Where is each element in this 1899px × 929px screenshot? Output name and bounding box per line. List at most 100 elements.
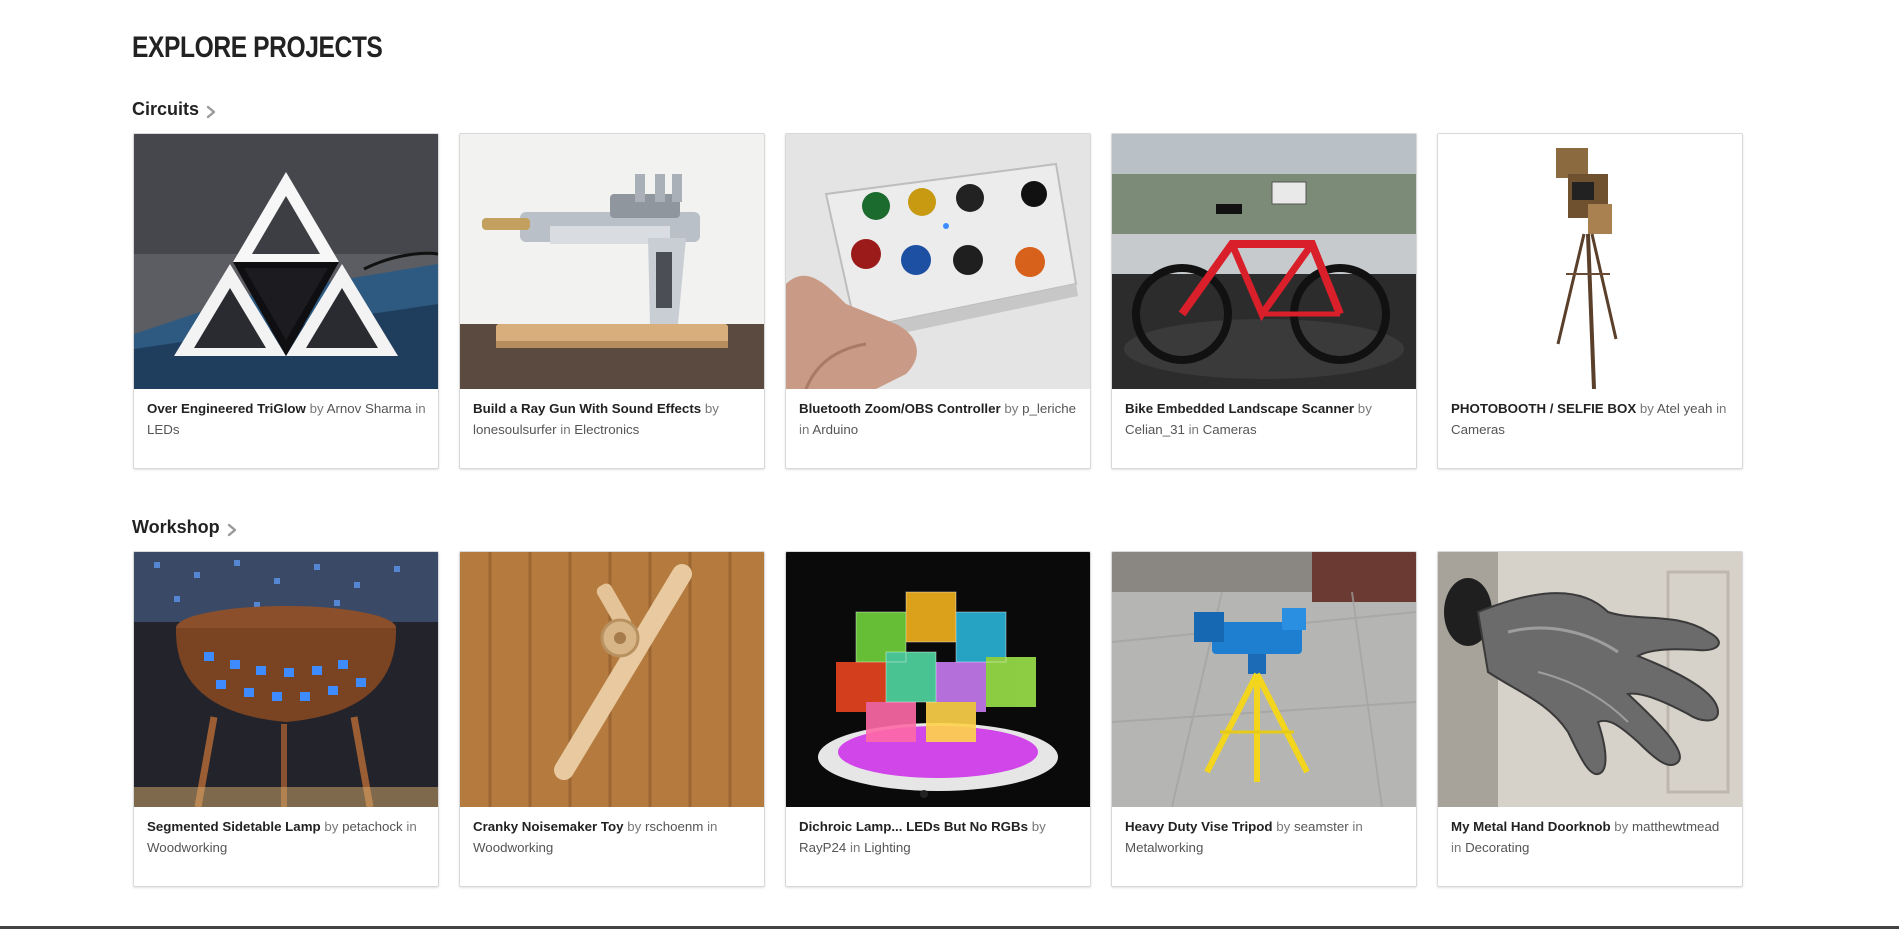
by-label: by — [1031, 819, 1046, 834]
project-title[interactable]: Cranky Noisemaker Toy — [473, 819, 624, 834]
in-label: in — [406, 819, 417, 834]
project-info: Bike Embedded Landscape Scanner by Celia… — [1125, 398, 1407, 440]
by-label: by — [309, 401, 324, 416]
project-author[interactable]: rschoenm — [645, 819, 703, 834]
project-category[interactable]: Woodworking — [473, 840, 553, 855]
dichroic-lamp-image — [786, 552, 1090, 807]
project-info: My Metal Hand Doorknob by matthewtmead i… — [1451, 816, 1733, 858]
ray-gun-image — [460, 134, 764, 389]
project-thumbnail[interactable] — [1438, 552, 1742, 807]
chevron-right-icon — [206, 105, 216, 118]
noisemaker-toy-image — [460, 552, 764, 807]
metal-hand-doorknob-image — [1438, 552, 1742, 807]
project-author[interactable]: p_leriche — [1022, 401, 1076, 416]
triglow-image — [134, 134, 438, 389]
project-card[interactable]: Over Engineered TriGlow by Arnov Sharma … — [133, 133, 439, 469]
by-label: by — [324, 819, 339, 834]
in-label: in — [707, 819, 718, 834]
project-info: Cranky Noisemaker Toy by rschoenm in Woo… — [473, 816, 755, 858]
project-category[interactable]: Cameras — [1203, 422, 1257, 437]
project-thumbnail[interactable] — [786, 134, 1090, 389]
project-info: Bluetooth Zoom/OBS Controller by p_leric… — [799, 398, 1081, 440]
page-title: EXPLORE PROJECTS — [132, 31, 383, 64]
project-thumbnail[interactable] — [1112, 552, 1416, 807]
project-author[interactable]: petachock — [342, 819, 403, 834]
project-title[interactable]: Dichroic Lamp... LEDs But No RGBs — [799, 819, 1028, 834]
project-info: Over Engineered TriGlow by Arnov Sharma … — [147, 398, 429, 440]
project-title[interactable]: Build a Ray Gun With Sound Effects — [473, 401, 701, 416]
project-title[interactable]: My Metal Hand Doorknob — [1451, 819, 1611, 834]
project-author[interactable]: Celian_31 — [1125, 422, 1185, 437]
project-info: Heavy Duty Vise Tripod by seamster in Me… — [1125, 816, 1407, 858]
vise-tripod-image — [1112, 552, 1416, 807]
project-info: PHOTOBOOTH / SELFIE BOX by Atel yeah in … — [1451, 398, 1733, 440]
project-thumbnail[interactable] — [786, 552, 1090, 807]
project-title[interactable]: Bluetooth Zoom/OBS Controller — [799, 401, 1001, 416]
project-thumbnail[interactable] — [1438, 134, 1742, 389]
sidetable-lamp-image — [134, 552, 438, 807]
by-label: by — [627, 819, 642, 834]
project-info: Segmented Sidetable Lamp by petachock in… — [147, 816, 429, 858]
section-heading-circuits[interactable]: Circuits — [132, 99, 217, 120]
section-heading-label: Circuits — [132, 99, 200, 119]
by-label: by — [1614, 819, 1629, 834]
project-info: Dichroic Lamp... LEDs But No RGBs by Ray… — [799, 816, 1081, 858]
project-title[interactable]: PHOTOBOOTH / SELFIE BOX — [1451, 401, 1636, 416]
project-author[interactable]: Atel yeah — [1657, 401, 1712, 416]
project-author[interactable]: seamster — [1294, 819, 1349, 834]
project-thumbnail[interactable] — [1112, 134, 1416, 389]
by-label: by — [1357, 401, 1372, 416]
project-category[interactable]: Electronics — [574, 422, 639, 437]
bluetooth-controller-image — [786, 134, 1090, 389]
project-title[interactable]: Bike Embedded Landscape Scanner — [1125, 401, 1354, 416]
by-label: by — [1004, 401, 1019, 416]
in-label: in — [799, 422, 810, 437]
by-label: by — [704, 401, 719, 416]
in-label: in — [1716, 401, 1727, 416]
project-card[interactable]: Bike Embedded Landscape Scanner by Celia… — [1111, 133, 1417, 469]
project-card[interactable]: Dichroic Lamp... LEDs But No RGBs by Ray… — [785, 551, 1091, 887]
project-title[interactable]: Heavy Duty Vise Tripod — [1125, 819, 1273, 834]
project-author[interactable]: Arnov Sharma — [327, 401, 412, 416]
project-card[interactable]: Heavy Duty Vise Tripod by seamster in Me… — [1111, 551, 1417, 887]
project-category[interactable]: Metalworking — [1125, 840, 1203, 855]
project-card[interactable]: PHOTOBOOTH / SELFIE BOX by Atel yeah in … — [1437, 133, 1743, 469]
photobooth-image — [1438, 134, 1742, 389]
project-card[interactable]: Bluetooth Zoom/OBS Controller by p_leric… — [785, 133, 1091, 469]
project-info: Build a Ray Gun With Sound Effects by lo… — [473, 398, 755, 440]
project-thumbnail[interactable] — [460, 552, 764, 807]
bike-scanner-image — [1112, 134, 1416, 389]
in-label: in — [415, 401, 426, 416]
by-label: by — [1639, 401, 1654, 416]
in-label: in — [1352, 819, 1363, 834]
project-category[interactable]: Decorating — [1465, 840, 1529, 855]
project-category[interactable]: Arduino — [812, 422, 858, 437]
by-label: by — [1276, 819, 1291, 834]
in-label: in — [560, 422, 571, 437]
project-card[interactable]: My Metal Hand Doorknob by matthewtmead i… — [1437, 551, 1743, 887]
project-card[interactable]: Cranky Noisemaker Toy by rschoenm in Woo… — [459, 551, 765, 887]
project-card[interactable]: Segmented Sidetable Lamp by petachock in… — [133, 551, 439, 887]
project-thumbnail[interactable] — [134, 134, 438, 389]
project-author[interactable]: RayP24 — [799, 840, 846, 855]
project-category[interactable]: Woodworking — [147, 840, 227, 855]
explore-projects-page: EXPLORE PROJECTS Circuits Over Engineere… — [0, 0, 1899, 929]
project-row-circuits: Over Engineered TriGlow by Arnov Sharma … — [133, 133, 1743, 469]
project-category[interactable]: Cameras — [1451, 422, 1505, 437]
project-thumbnail[interactable] — [460, 134, 764, 389]
project-title[interactable]: Over Engineered TriGlow — [147, 401, 306, 416]
project-author[interactable]: matthewtmead — [1632, 819, 1719, 834]
section-heading-workshop[interactable]: Workshop — [132, 517, 238, 538]
project-card[interactable]: Build a Ray Gun With Sound Effects by lo… — [459, 133, 765, 469]
project-title[interactable]: Segmented Sidetable Lamp — [147, 819, 321, 834]
in-label: in — [1188, 422, 1199, 437]
in-label: in — [850, 840, 861, 855]
section-heading-label: Workshop — [132, 517, 220, 537]
chevron-right-icon — [227, 523, 236, 536]
project-category[interactable]: LEDs — [147, 422, 180, 437]
project-thumbnail[interactable] — [134, 552, 438, 807]
in-label: in — [1451, 840, 1462, 855]
project-row-workshop: Segmented Sidetable Lamp by petachock in… — [133, 551, 1743, 887]
project-category[interactable]: Lighting — [864, 840, 911, 855]
project-author[interactable]: lonesoulsurfer — [473, 422, 557, 437]
